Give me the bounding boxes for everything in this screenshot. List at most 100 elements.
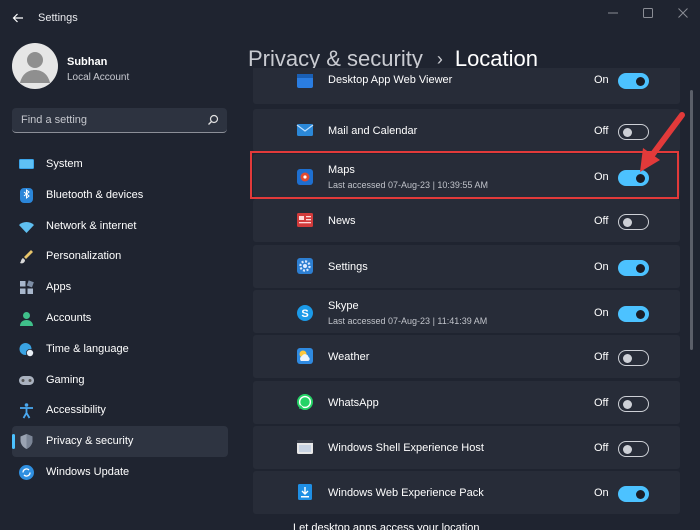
accessibility-icon [20,403,33,419]
location-toggle[interactable] [618,73,649,89]
toggle-knob [622,353,632,363]
sidebar-item-personalization[interactable]: Personalization [12,241,228,272]
settings-gear-icon [297,258,313,274]
sidebar-item-time-language[interactable]: Time & language [12,334,228,365]
toggle-knob [622,399,632,409]
sidebar-item-label: Time & language [46,342,129,355]
list-item: Weather Off [253,335,680,378]
close-icon [678,8,688,18]
display-icon [19,159,34,169]
user-avatar-icon [20,52,50,83]
location-toggle[interactable] [618,486,649,502]
sidebar-item-label: Gaming [46,373,85,386]
brush-icon [20,250,33,264]
list-item: Windows Shell Experience Host Off [253,426,680,469]
app-name: News [328,215,356,227]
search-icon[interactable] [207,114,219,126]
toggle-knob [622,444,632,454]
scrollbar[interactable] [690,90,693,350]
maximize-icon [643,8,653,18]
toggle-knob [636,489,645,499]
sidebar-item-gaming[interactable]: Gaming [12,365,228,396]
shell-host-icon [297,440,313,454]
breadcrumb-chevron-icon: › [436,48,443,69]
sidebar-item-label: Network & internet [46,219,137,232]
sidebar-item-network[interactable]: Network & internet [12,211,228,242]
sidebar-item-windows-update[interactable]: Windows Update [12,457,228,488]
app-name: WhatsApp [328,397,379,409]
gamepad-icon [19,375,34,385]
list-item: WhatsApp Off [253,381,680,424]
globe-clock-icon [19,342,34,357]
highlight-box [250,151,679,199]
sidebar-item-bluetooth[interactable]: Bluetooth & devices [12,180,228,211]
list-item: Mail and Calendar Off [253,109,680,152]
toggle-knob [636,263,645,273]
toggle-knob [636,76,645,86]
back-button[interactable] [8,9,28,27]
app-name: Desktop App Web Viewer [328,74,453,86]
weather-icon [297,348,313,364]
avatar [12,43,58,89]
web-viewer-icon [297,74,313,88]
app-name: Weather [328,351,370,363]
update-icon [19,464,34,480]
sidebar-item-label: System [46,158,83,170]
person-icon [20,311,33,326]
toggle-state-label: On [594,307,609,319]
toggle-state-label: Off [594,125,609,137]
toggle-state-label: On [594,487,609,499]
bluetooth-icon [20,187,33,203]
location-toggle[interactable] [618,214,649,230]
news-icon [297,213,313,227]
location-toggle[interactable] [618,260,649,276]
app-name: Skype [328,300,359,312]
annotation-arrow-icon [640,112,685,172]
sidebar-item-label: Apps [46,281,72,294]
svg-text:S: S [301,308,308,320]
skype-icon: S [297,305,313,321]
list-item: Settings On [253,245,680,288]
search-input[interactable]: Find a setting [21,114,87,126]
web-experience-icon [298,484,312,500]
location-toggle[interactable] [618,306,649,322]
toggle-knob [636,309,645,319]
window-title: Settings [38,12,78,24]
toggle-knob [622,217,632,227]
close-button[interactable] [671,5,695,21]
sidebar-item-privacy-security[interactable]: Privacy & security [12,426,228,457]
sidebar-nav: System Bluetooth & devices Network & int… [12,149,228,488]
user-name: Subhan [67,56,108,68]
sidebar-item-label: Bluetooth & devices [46,188,144,201]
app-name: Settings [328,261,368,273]
sidebar-item-apps[interactable]: Apps [12,272,228,303]
account-type: Local Account [67,72,130,83]
minimize-icon [608,12,618,14]
last-accessed-text: Last accessed 07-Aug-23 | 11:41:39 AM [328,316,488,326]
location-toggle[interactable] [618,396,649,412]
sidebar-item-accessibility[interactable]: Accessibility [12,395,228,426]
maximize-button[interactable] [636,5,660,21]
app-name: Windows Shell Experience Host [328,442,484,454]
minimize-button[interactable] [601,5,625,21]
list-item: News Off [253,199,680,242]
list-item: Desktop App Web Viewer On [253,68,680,104]
search-box[interactable]: Find a setting [12,108,227,133]
toggle-state-label: Off [594,442,609,454]
sidebar-item-label: Accessibility [46,404,106,417]
list-item: Windows Web Experience Pack On [253,471,680,514]
back-arrow-icon [12,13,23,23]
sidebar-item-accounts[interactable]: Accounts [12,303,228,334]
whatsapp-icon [297,394,313,410]
app-permission-list: Desktop App Web Viewer On Mail and Calen… [250,68,685,530]
wifi-icon [19,221,34,233]
sidebar-item-system[interactable]: System [12,149,228,180]
user-profile[interactable]: Subhan Local Account [12,43,242,93]
toggle-state-label: On [594,74,609,86]
location-toggle[interactable] [618,441,649,457]
location-toggle[interactable] [618,350,649,366]
title-bar: Settings [0,0,700,36]
shield-icon [20,434,33,450]
sidebar-item-label: Privacy & security [46,435,134,448]
app-name: Mail and Calendar [328,125,418,137]
